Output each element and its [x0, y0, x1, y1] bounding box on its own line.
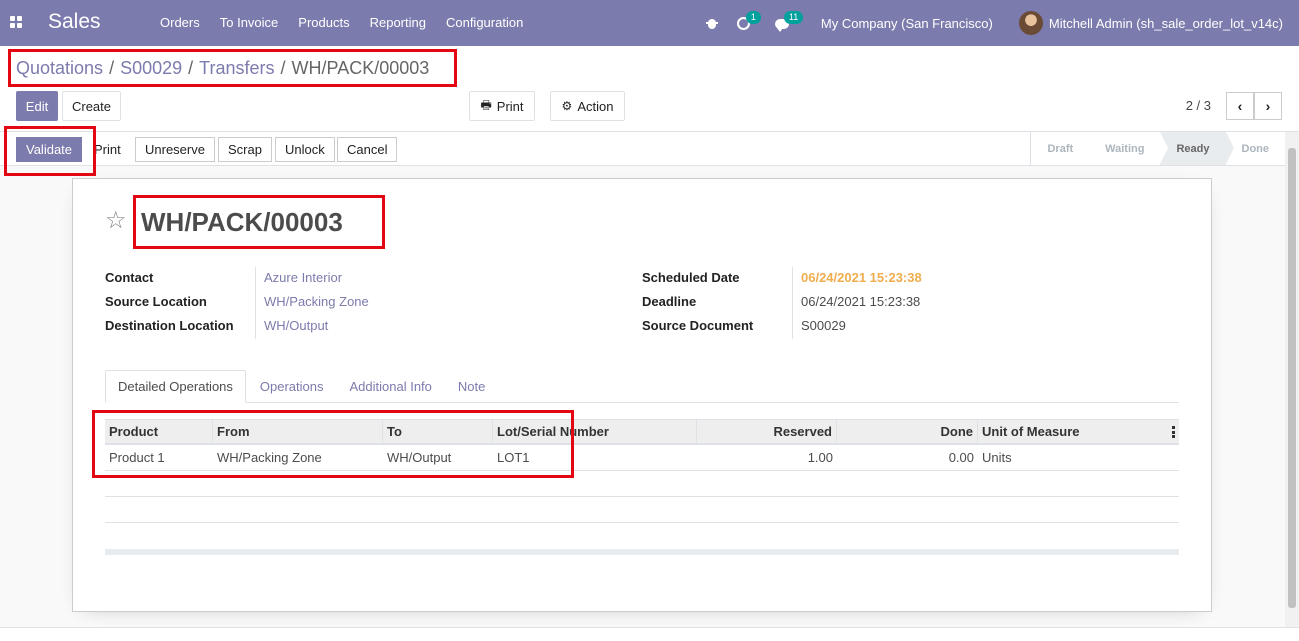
contact-value[interactable]: Azure Interior	[264, 270, 342, 285]
stage-waiting: Waiting	[1089, 132, 1169, 165]
source-document-label: Source Document	[642, 318, 754, 333]
field-divider	[792, 267, 793, 339]
column-options-icon[interactable]	[1172, 426, 1175, 438]
breadcrumb-separator: /	[280, 58, 286, 78]
validate-button[interactable]: Validate	[16, 137, 83, 162]
breadcrumb-separator: /	[188, 58, 194, 78]
record-title: WH/PACK/00003	[141, 207, 343, 237]
app-title[interactable]: Sales	[48, 10, 101, 34]
table-footer	[105, 549, 1179, 555]
destination-location-value[interactable]: WH/Output	[264, 318, 328, 333]
stage-ready: Ready	[1160, 132, 1234, 165]
form-sheet: ☆ WH/PACK/00003 Contact Source Location …	[72, 178, 1212, 612]
activity-count-badge: 1	[745, 11, 761, 24]
source-location-value[interactable]: WH/Packing Zone	[264, 294, 369, 309]
stage-draft: Draft	[1031, 132, 1097, 165]
notebook-tabs: Detailed Operations Operations Additiona…	[105, 370, 1179, 403]
empty-row	[105, 497, 1179, 523]
print-label: Print	[496, 98, 524, 114]
tab-detailed-operations[interactable]: Detailed Operations	[105, 370, 246, 403]
breadcrumb-quotations[interactable]: Quotations	[16, 58, 103, 79]
table-header: Product From To Lot/Serial Number Reserv…	[105, 419, 1179, 445]
message-count-badge: 11	[783, 11, 804, 24]
pager-next-button[interactable]: ›	[1254, 92, 1282, 120]
messages-button[interactable]: 11	[774, 11, 804, 32]
unlock-button[interactable]: Unlock	[275, 137, 335, 162]
cell-done: 0.00	[948, 450, 974, 465]
menu-configuration[interactable]: Configuration	[446, 15, 523, 30]
contact-label: Contact	[105, 270, 154, 285]
menu-to-invoice[interactable]: To Invoice	[220, 15, 279, 30]
pager-value[interactable]: 2 / 3	[1186, 98, 1211, 113]
column-done[interactable]: Done	[837, 420, 978, 443]
column-product[interactable]: Product	[105, 420, 213, 443]
table-row[interactable]: Product 1 WH/Packing Zone WH/Output LOT1…	[105, 445, 1179, 471]
breadcrumb-transfers[interactable]: Transfers	[199, 58, 274, 79]
cell-to: WH/Output	[387, 450, 452, 465]
edit-button[interactable]: Edit	[16, 91, 58, 121]
breadcrumb-order[interactable]: S00029	[120, 58, 182, 79]
apps-menu-icon[interactable]	[10, 16, 22, 28]
navbar-systray: 1 11 My Company (San Francisco) Mitchell…	[705, 0, 1283, 46]
field-divider	[255, 267, 256, 339]
print-status-button[interactable]: Print	[86, 137, 129, 162]
stage-done: Done	[1241, 142, 1270, 155]
action-label: Action	[577, 98, 614, 114]
source-location-label: Source Location	[105, 294, 207, 309]
scrap-button[interactable]: Scrap	[218, 137, 272, 162]
user-avatar[interactable]	[1018, 11, 1043, 35]
tab-operations[interactable]: Operations	[248, 370, 336, 403]
menu-products[interactable]: Products	[298, 15, 349, 30]
empty-row	[105, 471, 1179, 497]
cell-product: Product 1	[109, 450, 165, 465]
status-bar: Validate Print Unreserve Scrap Unlock Ca…	[0, 132, 1299, 166]
scheduled-date-value: 06/24/2021 15:23:38	[801, 270, 922, 285]
breadcrumb: Quotations / S00029 / Transfers / WH/PAC…	[16, 58, 429, 79]
operations-table: Product From To Lot/Serial Number Reserv…	[105, 419, 1179, 555]
column-to[interactable]: To	[383, 420, 493, 443]
bottom-area	[0, 627, 1299, 641]
deadline-label: Deadline	[642, 294, 697, 309]
column-lot-serial[interactable]: Lot/Serial Number	[493, 420, 697, 443]
chevron-left-icon: ‹	[1237, 98, 1243, 114]
user-menu[interactable]: Mitchell Admin (sh_sale_order_lot_v14c)	[1049, 16, 1283, 31]
deadline-value: 06/24/2021 15:23:38	[801, 294, 921, 309]
column-from[interactable]: From	[213, 420, 383, 443]
vertical-scrollbar[interactable]	[1285, 132, 1299, 627]
print-button[interactable]: 🖶 Print	[469, 91, 535, 121]
tab-additional-info[interactable]: Additional Info	[338, 370, 444, 403]
cell-lot: LOT1	[497, 450, 530, 465]
breadcrumb-current: WH/PACK/00003	[291, 58, 430, 78]
printer-icon: 🖶	[480, 97, 492, 112]
source-document-value: S00029	[801, 318, 846, 333]
create-button[interactable]: Create	[62, 91, 121, 121]
scheduled-date-label: Scheduled Date	[642, 270, 740, 285]
debug-bug-icon[interactable]	[705, 16, 719, 30]
stage-pipeline: Draft Waiting Ready Done	[1030, 132, 1285, 165]
column-reserved[interactable]: Reserved	[697, 420, 837, 443]
cancel-button[interactable]: Cancel	[337, 137, 398, 162]
gear-icon: ⚙	[561, 99, 573, 113]
menu-orders[interactable]: Orders	[160, 15, 200, 30]
main-menu: Orders To Invoice Products Reporting Con…	[160, 15, 523, 30]
activity-button[interactable]: 1	[736, 11, 761, 31]
company-switcher[interactable]: My Company (San Francisco)	[821, 16, 993, 31]
unreserve-button[interactable]: Unreserve	[135, 137, 215, 162]
action-button[interactable]: ⚙ Action	[550, 91, 625, 121]
tab-note[interactable]: Note	[446, 370, 497, 403]
destination-location-label: Destination Location	[105, 318, 234, 333]
menu-reporting[interactable]: Reporting	[370, 15, 426, 30]
top-navbar: Sales Orders To Invoice Products Reporti…	[0, 0, 1299, 46]
control-panel: Quotations / S00029 / Transfers / WH/PAC…	[0, 46, 1299, 132]
scrollbar-thumb[interactable]	[1288, 148, 1296, 608]
cell-uom: Units	[982, 450, 1012, 465]
pager-previous-button[interactable]: ‹	[1226, 92, 1254, 120]
breadcrumb-separator: /	[109, 58, 115, 78]
cell-reserved: 1.00	[807, 450, 833, 465]
chevron-right-icon: ›	[1265, 98, 1271, 114]
cell-from: WH/Packing Zone	[217, 450, 322, 465]
star-icon[interactable]: ☆	[105, 209, 127, 233]
column-unit-of-measure[interactable]: Unit of Measure	[978, 420, 1179, 443]
